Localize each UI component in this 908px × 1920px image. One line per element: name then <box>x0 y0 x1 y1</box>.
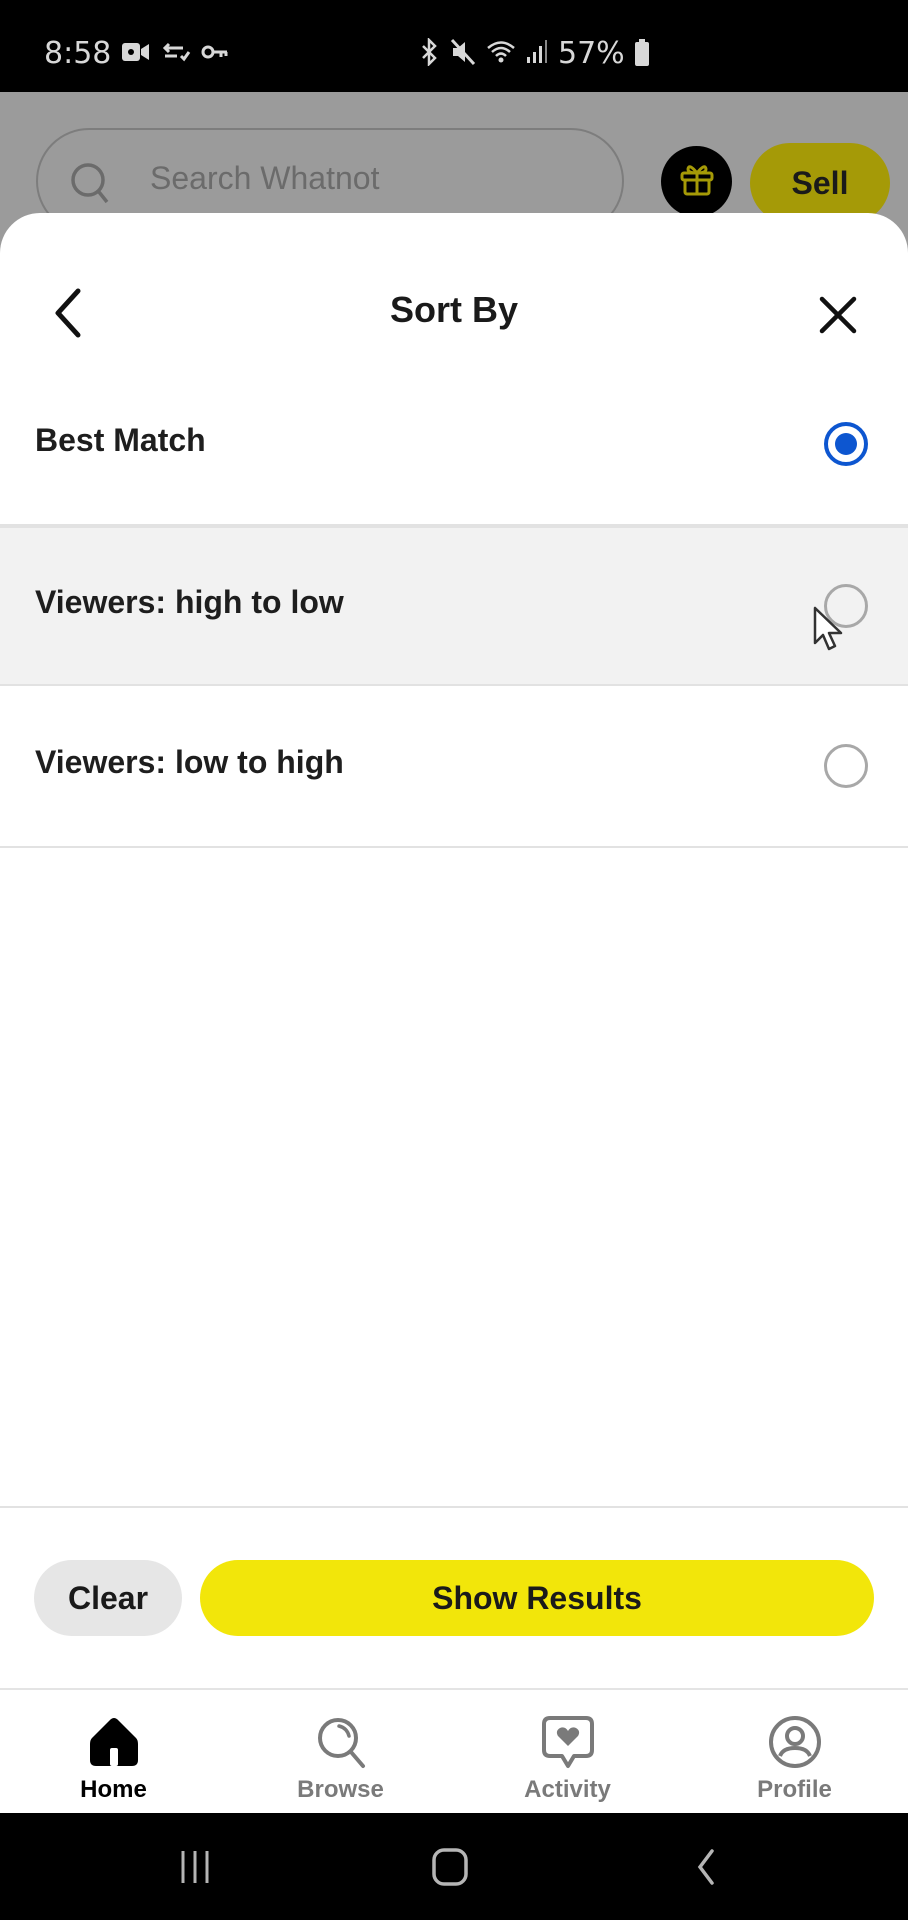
mouse-cursor-icon <box>812 605 846 655</box>
option-label: Viewers: high to low <box>35 584 344 620</box>
signal-icon <box>526 39 548 69</box>
sort-option-viewers-high-to-low[interactable]: Viewers: high to low <box>0 526 908 686</box>
bluetooth-icon <box>420 36 440 70</box>
home-icon <box>86 1714 142 1770</box>
back-arrow-icon <box>692 1849 720 1893</box>
nav-item-home[interactable]: Home <box>0 1690 227 1813</box>
cloud-sync-icon <box>161 40 191 68</box>
chevron-left-icon <box>46 288 96 347</box>
option-label: Best Match <box>35 422 206 458</box>
browse-icon <box>313 1714 369 1770</box>
nav-item-profile[interactable]: Profile <box>681 1690 908 1813</box>
nav-item-browse[interactable]: Browse <box>227 1690 454 1813</box>
close-icon <box>816 296 860 341</box>
radio-button[interactable] <box>824 744 868 788</box>
sheet-footer: Clear Show Results <box>0 1506 908 1690</box>
status-left: 8:58 <box>44 36 229 71</box>
wifi-icon <box>486 39 516 69</box>
close-button[interactable] <box>816 293 860 337</box>
nav-label: Profile <box>757 1776 832 1803</box>
bottom-nav: Home Browse Activity Profile <box>0 1688 908 1813</box>
system-back-button[interactable] <box>692 1845 720 1889</box>
option-label: Viewers: low to high <box>35 744 344 780</box>
mute-icon <box>450 38 476 70</box>
nav-label: Browse <box>297 1776 384 1803</box>
gift-button <box>661 146 732 217</box>
video-camera-icon <box>121 40 151 68</box>
system-nav-bar <box>0 1813 908 1920</box>
search-icon <box>70 162 110 206</box>
battery-percent: 57% <box>558 36 625 71</box>
recent-apps-icon <box>178 1851 212 1893</box>
nav-label: Home <box>80 1776 147 1803</box>
status-time: 8:58 <box>44 36 112 71</box>
key-icon <box>201 42 229 66</box>
sort-option-viewers-low-to-high[interactable]: Viewers: low to high <box>0 688 908 848</box>
show-results-button[interactable]: Show Results <box>200 1560 874 1636</box>
nav-item-activity[interactable]: Activity <box>454 1690 681 1813</box>
nav-label: Activity <box>524 1776 611 1803</box>
clear-button[interactable]: Clear <box>34 1560 182 1636</box>
sort-by-sheet: Sort By Best Match Viewers: high to low … <box>0 213 908 1688</box>
status-bar: 8:58 57% <box>0 0 908 92</box>
radio-button-selected[interactable] <box>824 422 868 466</box>
profile-icon <box>767 1714 823 1770</box>
home-system-button[interactable] <box>430 1845 470 1889</box>
gift-icon <box>679 161 715 202</box>
sheet-title: Sort By <box>389 289 519 330</box>
recent-apps-button[interactable] <box>178 1845 212 1889</box>
sell-button: Sell <box>750 143 890 223</box>
home-circle-icon <box>430 1848 470 1893</box>
status-right: 57% <box>420 36 649 71</box>
battery-icon <box>634 38 649 66</box>
sort-option-best-match[interactable]: Best Match <box>0 366 908 526</box>
search-placeholder: Search Whatnot <box>150 160 380 196</box>
activity-icon <box>540 1714 596 1770</box>
